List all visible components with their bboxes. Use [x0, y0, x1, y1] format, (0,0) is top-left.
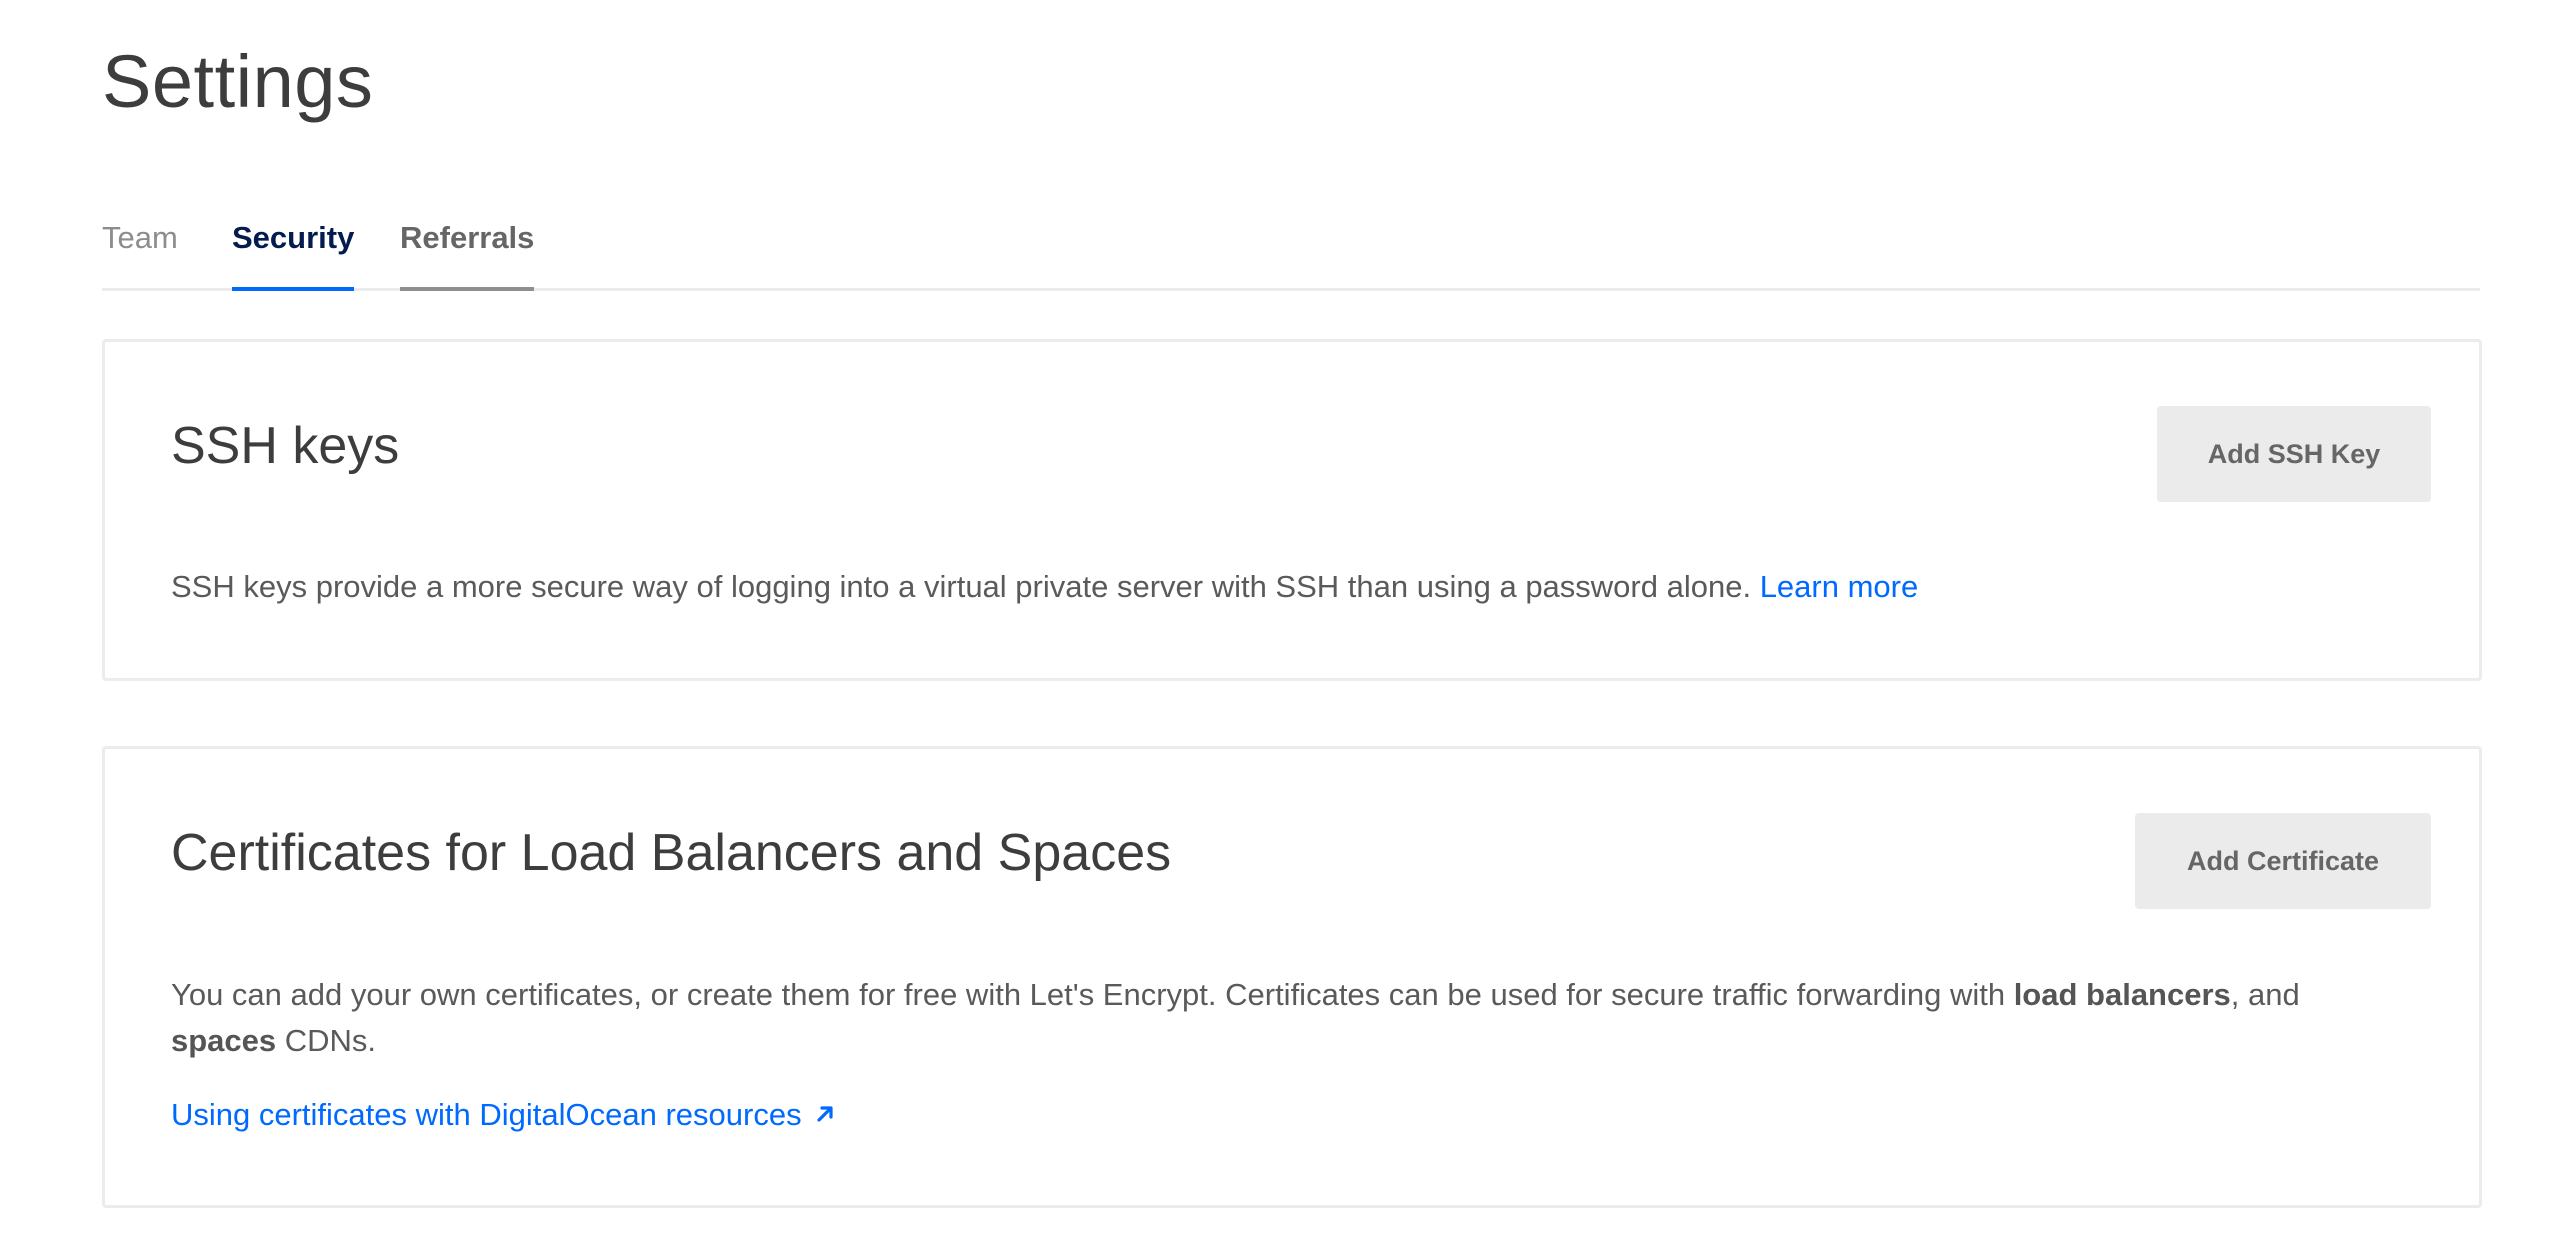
tab-security[interactable]: Security — [232, 210, 355, 291]
certificates-card: Certificates for Load Balancers and Spac… — [102, 746, 2482, 1208]
spaces-bold: spaces — [171, 1023, 277, 1058]
certificates-description-part1: You can add your own certificates, or cr… — [171, 977, 2014, 1012]
certificates-heading: Certificates for Load Balancers and Spac… — [171, 824, 1172, 882]
ssh-keys-description-text: SSH keys provide a more secure way of lo… — [171, 569, 1752, 604]
certificates-description: You can add your own certificates, or cr… — [171, 972, 2359, 1064]
certificates-description-part2: , and — [2230, 977, 2300, 1012]
ssh-keys-description: SSH keys provide a more secure way of lo… — [171, 564, 2359, 610]
settings-page: Settings Team Security Referrals SSH key… — [0, 0, 2574, 1244]
load-balancers-bold: load balancers — [2013, 977, 2231, 1012]
external-arrow-icon — [814, 1092, 836, 1138]
using-certificates-link-label: Using certificates with DigitalOcean res… — [171, 1097, 802, 1132]
settings-tabs: Team Security Referrals — [102, 210, 2480, 291]
certificates-description-part3: CDNs. — [276, 1023, 377, 1058]
tab-referrals[interactable]: Referrals — [400, 210, 535, 291]
ssh-keys-heading: SSH keys — [171, 417, 400, 475]
tab-team[interactable]: Team — [102, 210, 178, 288]
learn-more-link[interactable]: Learn more — [1760, 569, 1919, 604]
using-certificates-link[interactable]: Using certificates with DigitalOcean res… — [171, 1092, 836, 1138]
add-certificate-button[interactable]: Add Certificate — [2135, 813, 2431, 909]
page-title: Settings — [102, 40, 374, 123]
ssh-keys-card: SSH keys Add SSH Key SSH keys provide a … — [102, 339, 2482, 681]
add-ssh-key-button[interactable]: Add SSH Key — [2157, 406, 2431, 502]
